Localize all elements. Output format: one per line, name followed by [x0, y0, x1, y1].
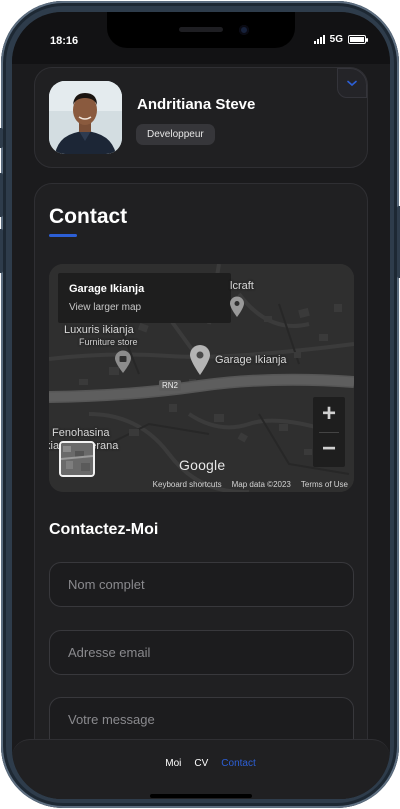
- map-info-panel: Garage Ikianja View larger map: [58, 273, 231, 323]
- map-place-title: Garage Ikianja: [69, 283, 145, 295]
- status-time: 18:16: [50, 35, 79, 47]
- status-bar: 18:16 5G: [12, 12, 390, 64]
- google-logo: Google: [179, 457, 226, 473]
- nav-item-contact[interactable]: Contact: [221, 758, 255, 769]
- email-input[interactable]: [49, 630, 354, 675]
- battery-icon: [348, 35, 368, 44]
- role-badge: Developpeur: [136, 124, 215, 145]
- shopping-pin-icon: [115, 350, 131, 373]
- expand-profile-button[interactable]: [337, 68, 367, 98]
- map-label-furniture: Furniture store: [79, 337, 138, 347]
- volume-up-button: [0, 173, 3, 217]
- zoom-in-button[interactable]: +: [313, 397, 345, 432]
- chevron-down-icon: [347, 80, 357, 86]
- nav-items: Moi CV Contact: [12, 758, 390, 769]
- camera: [239, 25, 249, 35]
- zoom-out-button[interactable]: −: [313, 432, 345, 467]
- map-label-garage: Garage Ikianja: [215, 354, 287, 366]
- map-label-luxuris: Luxuris ikianja: [64, 324, 134, 336]
- contact-card: Contact Garage Ikianja View larger map l…: [34, 183, 368, 799]
- zoom-controls: + −: [313, 397, 345, 467]
- map-label-fenohasina: Fenohasina: [52, 427, 110, 439]
- road-label: RN2: [159, 380, 182, 391]
- phone-frame: 18:16 5G Andritiana Steve Developpeur Co…: [0, 1, 400, 808]
- location-pin-icon[interactable]: [189, 344, 211, 376]
- status-icons: 5G: [313, 34, 368, 45]
- view-larger-map-link[interactable]: View larger map: [69, 302, 141, 313]
- map-data-label: Map data ©2023: [231, 480, 291, 489]
- full-name-input[interactable]: [49, 562, 354, 607]
- nav-item-cv[interactable]: CV: [194, 758, 208, 769]
- bottom-nav: Moi CV Contact: [12, 739, 390, 799]
- keyboard-shortcuts-link[interactable]: Keyboard shortcuts: [153, 478, 222, 492]
- notch: [107, 12, 295, 48]
- profile-card: Andritiana Steve Developpeur: [34, 67, 368, 168]
- form-title: Contactez-Moi: [49, 521, 159, 538]
- map-attribution: Keyboard shortcuts Map data ©2023 Terms …: [49, 478, 354, 492]
- page-content: Andritiana Steve Developpeur Contact Gar…: [12, 64, 390, 799]
- map-layers-button[interactable]: [59, 441, 95, 477]
- network-label: 5G: [329, 34, 343, 45]
- map-label-craft: lcraft: [230, 280, 254, 292]
- profile-name: Andritiana Steve: [137, 96, 256, 113]
- avatar-image: [49, 81, 122, 154]
- home-indicator: [150, 794, 252, 798]
- map-pin-icon: [230, 296, 244, 317]
- speaker: [179, 27, 223, 32]
- satellite-layer-icon: [61, 443, 93, 475]
- side-button: [0, 128, 3, 148]
- nav-item-moi[interactable]: Moi: [165, 758, 181, 769]
- volume-down-button: [0, 229, 3, 273]
- map-embed[interactable]: Garage Ikianja View larger map lcraft Lu…: [49, 264, 354, 492]
- screen: 18:16 5G Andritiana Steve Developpeur Co…: [12, 12, 390, 799]
- signal-icon: [313, 35, 325, 44]
- title-underline: [49, 234, 77, 237]
- avatar: [49, 81, 122, 154]
- terms-link[interactable]: Terms of Use: [301, 478, 348, 492]
- page-title: Contact: [49, 205, 128, 228]
